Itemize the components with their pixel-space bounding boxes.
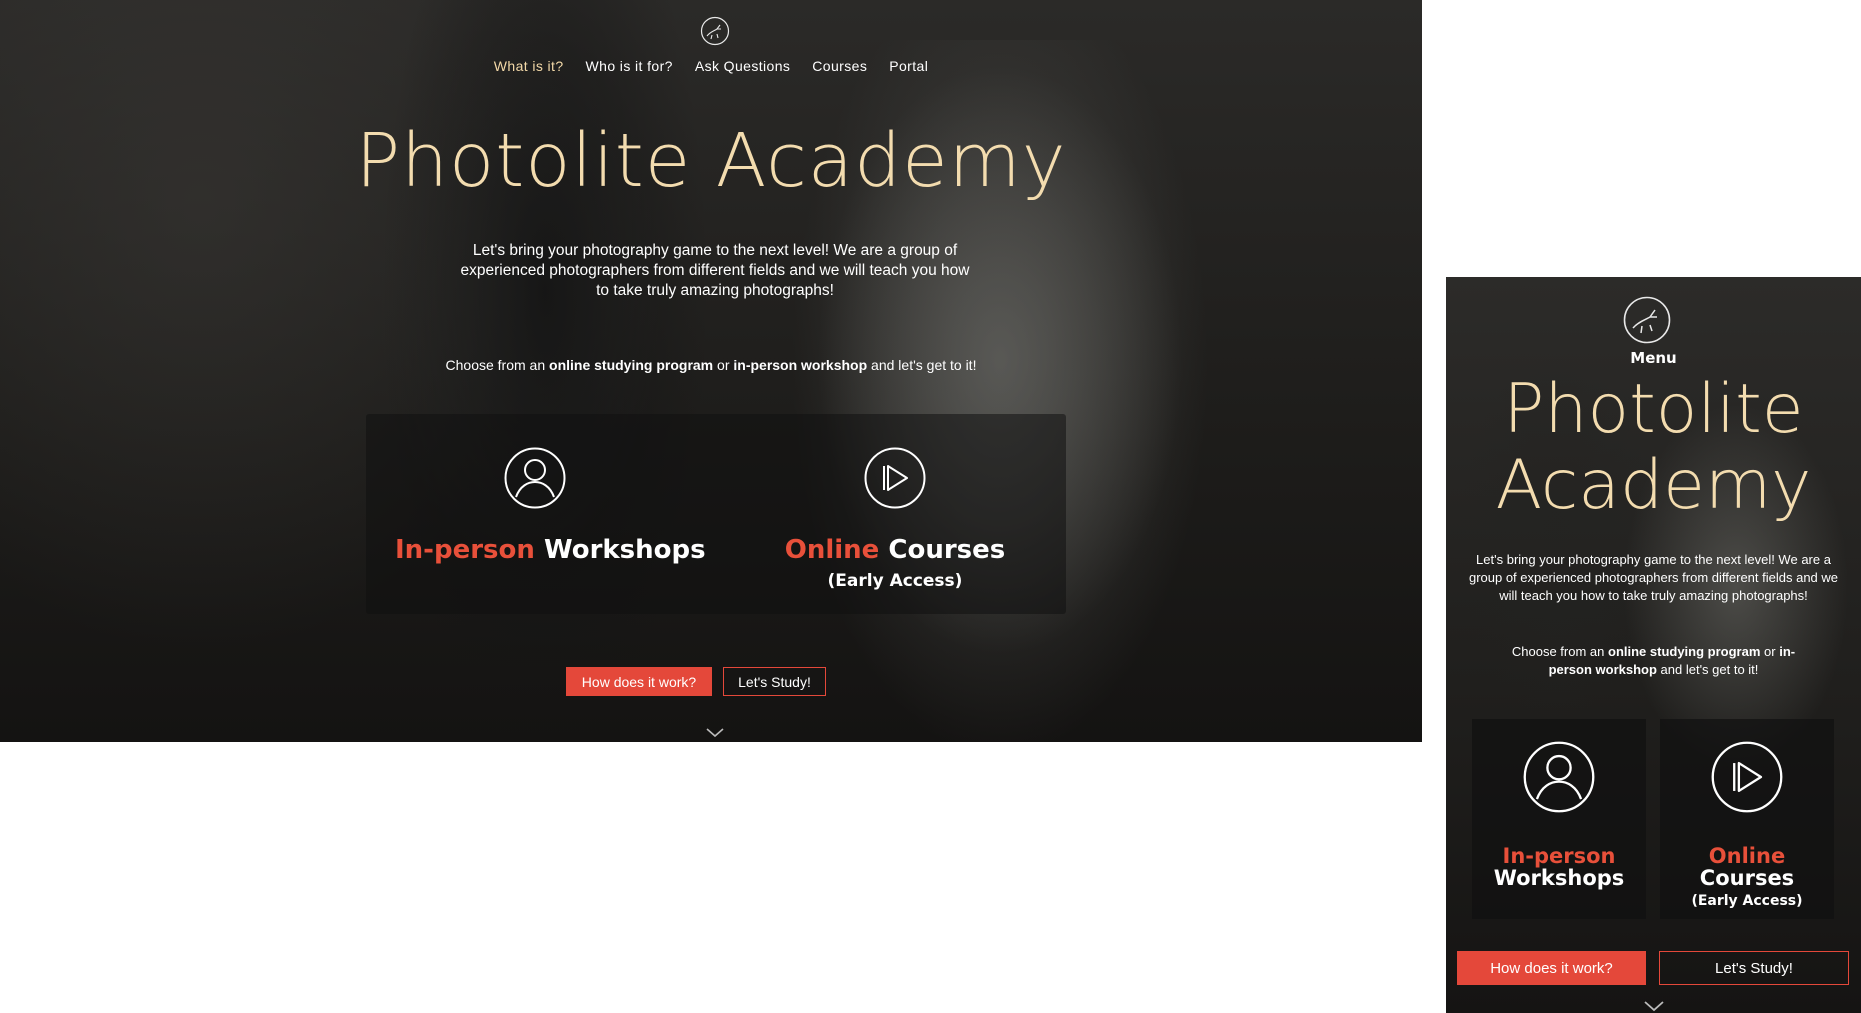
intro-text: Let's bring your photography game to the…	[460, 242, 970, 299]
choose-suffix: and let's get to it!	[1656, 662, 1759, 677]
choose-suffix: and let's get to it!	[867, 357, 977, 373]
card-title-rest: Courses	[1699, 866, 1795, 890]
chevron-down-icon[interactable]	[1644, 1001, 1664, 1012]
how-does-it-work-button[interactable]: How does it work?	[1457, 951, 1646, 985]
card-title: Online Courses	[775, 535, 1015, 565]
user-icon	[504, 447, 566, 509]
nav-item-portal[interactable]: Portal	[889, 58, 928, 74]
card-title-rest: Courses	[888, 535, 1006, 565]
choose-middle: or	[1760, 644, 1780, 659]
card-subtitle: (Early Access)	[827, 571, 963, 591]
menu-toggle[interactable]: Menu	[1446, 349, 1861, 367]
card-title: In-person Workshops	[1472, 845, 1646, 889]
lets-study-button[interactable]: Let's Study!	[723, 667, 826, 696]
card-title-accent: In-person	[395, 535, 535, 565]
page-title-line-2: Academy	[1495, 446, 1812, 525]
nav-item-courses[interactable]: Courses	[812, 58, 867, 74]
online-courses-card[interactable]: Online Courses (Early Access)	[775, 447, 1015, 591]
page-title: Photolite Academy	[1446, 372, 1861, 524]
main-nav: What is it? Who is it for? Ask Questions…	[0, 58, 1422, 74]
deer-logo-icon[interactable]	[700, 16, 730, 46]
chevron-down-icon[interactable]	[706, 728, 724, 738]
nav-item-ask-questions[interactable]: Ask Questions	[695, 58, 790, 74]
page-title-line-1: Photolite	[1503, 370, 1804, 449]
choose-prefix: Choose from an	[445, 357, 550, 373]
play-icon	[1711, 741, 1783, 813]
choose-option-in-person: in-person workshop	[733, 357, 868, 373]
in-person-workshops-card[interactable]: In-person Workshops	[1472, 719, 1646, 919]
page-title: Photolite Academy	[355, 118, 1067, 204]
online-courses-card[interactable]: Online Courses (Early Access)	[1660, 719, 1834, 919]
card-title-rest: Workshops	[543, 535, 706, 565]
card-title: In-person Workshops	[395, 535, 706, 565]
card-title-accent: Online	[784, 535, 880, 565]
choose-text: Choose from an online studying program o…	[0, 357, 1422, 373]
nav-item-what-is-it[interactable]: What is it?	[494, 58, 564, 74]
lets-study-button[interactable]: Let's Study!	[1659, 951, 1849, 985]
card-title: Online Courses	[1660, 845, 1834, 889]
choose-option-online: online studying program	[549, 357, 714, 373]
card-title-rest: Workshops	[1493, 866, 1625, 890]
choose-text: Choose from an online studying program o…	[1506, 643, 1801, 679]
card-subtitle: (Early Access)	[1691, 893, 1803, 909]
intro-text: Let's bring your photography game to the…	[1468, 552, 1839, 603]
choose-option-online: online studying program	[1608, 644, 1761, 659]
how-does-it-work-button[interactable]: How does it work?	[566, 667, 712, 696]
play-icon	[864, 447, 926, 509]
card-title-accent: In-person	[1502, 844, 1616, 868]
card-title-accent: Online	[1708, 844, 1786, 868]
user-icon	[1523, 741, 1595, 813]
deer-logo-icon[interactable]	[1623, 296, 1671, 344]
mobile-preview: Menu Photolite Academy Let's bring your …	[1446, 277, 1861, 1013]
nav-item-who-is-it-for[interactable]: Who is it for?	[586, 58, 673, 74]
desktop-preview: What is it? Who is it for? Ask Questions…	[0, 0, 1422, 742]
in-person-workshops-card[interactable]: In-person Workshops	[395, 447, 706, 565]
choose-prefix: Choose from an	[1511, 644, 1608, 659]
choose-middle: or	[713, 357, 734, 373]
